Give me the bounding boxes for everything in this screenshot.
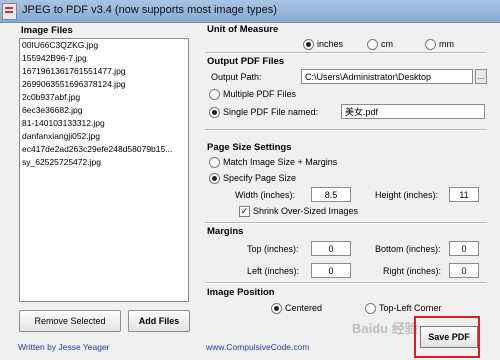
right-margin-input[interactable]: 0 — [449, 263, 479, 278]
top-margin-input[interactable]: 0 — [311, 241, 351, 256]
top-margin-label: Top (inches): — [247, 244, 299, 254]
website-link[interactable]: www.CompulsiveCode.com — [206, 342, 309, 352]
top-left-corner-label: Top-Left Corner — [379, 303, 442, 313]
browse-button[interactable]: ... — [475, 69, 487, 84]
specify-page-size-label: Specify Page Size — [223, 173, 297, 183]
unit-mm-radio[interactable] — [425, 39, 436, 50]
left-margin-input[interactable]: 0 — [311, 263, 351, 278]
window-title: JPEG to PDF v3.4 (now supports most imag… — [22, 4, 277, 16]
file-list-item[interactable]: 6ec3e36682.jpg — [20, 104, 188, 117]
margins-heading: Margins — [207, 226, 244, 237]
file-list-item[interactable]: danfanxiangji052.jpg — [20, 130, 188, 143]
unit-inches-label: inches — [317, 39, 344, 49]
margins-section: Margins Top (inches): 0 Bottom (inches):… — [205, 226, 487, 286]
output-path-input[interactable]: C:\Users\Administrator\Desktop — [301, 69, 473, 84]
multiple-pdf-radio[interactable] — [209, 89, 220, 100]
file-list-item[interactable]: 2c0b937abf.jpg — [20, 91, 188, 104]
divider — [205, 52, 487, 53]
unit-heading: Unit of Measure — [207, 24, 279, 35]
file-list-item[interactable]: ec417de2ad263c29efe248d58079b15... — [20, 143, 188, 156]
divider — [205, 282, 487, 283]
title-bar: JPEG to PDF v3.4 (now supports most imag… — [0, 0, 500, 23]
file-list-item[interactable]: 81-140103133312.jpg — [20, 117, 188, 130]
page-size-heading: Page Size Settings — [207, 142, 292, 153]
file-list-item[interactable]: sy_62525725472.jpg — [20, 156, 188, 169]
centered-radio[interactable] — [271, 303, 282, 314]
add-files-button[interactable]: Add Files — [128, 310, 190, 332]
image-position-heading: Image Position — [207, 287, 275, 298]
single-pdf-label: Single PDF File named: — [223, 107, 319, 117]
unit-section: Unit of Measure inches cm mm — [205, 24, 487, 54]
width-input[interactable]: 8.5 — [311, 187, 351, 202]
image-file-list[interactable]: 00IU66C3QZKG.jpg 155942B96-7.jpg 167196136… — [19, 38, 189, 302]
file-list-item[interactable]: 00IU66C3QZKG.jpg — [20, 39, 188, 52]
top-left-corner-radio[interactable] — [365, 303, 376, 314]
centered-label: Centered — [285, 303, 323, 313]
divider — [205, 222, 487, 223]
bottom-margin-input[interactable]: 0 — [449, 241, 479, 256]
file-list-item[interactable]: 2699063551696378124.jpg — [20, 78, 188, 91]
output-heading: Output PDF Files — [207, 56, 285, 67]
highlight-box — [414, 316, 480, 358]
settings-panel: Unit of Measure inches cm mm Output PDF … — [205, 24, 495, 340]
height-input[interactable]: 11 — [449, 187, 479, 202]
right-margin-label: Right (inches): — [383, 266, 442, 276]
single-pdf-radio[interactable] — [209, 107, 220, 118]
unit-mm-label: mm — [439, 39, 454, 49]
unit-cm-label: cm — [381, 39, 393, 49]
bottom-margin-label: Bottom (inches): — [375, 244, 441, 254]
file-list-item[interactable]: 1671961361761551477.jpg — [20, 65, 188, 78]
unit-cm-radio[interactable] — [367, 39, 378, 50]
page-size-section: Page Size Settings Match Image Size + Ma… — [205, 142, 487, 222]
multiple-pdf-label: Multiple PDF Files — [223, 89, 297, 99]
image-files-heading: Image Files — [21, 25, 73, 36]
single-pdf-name-input[interactable]: 美女.pdf — [341, 104, 485, 119]
watermark: Baidu 经验 — [352, 321, 418, 336]
shrink-checkbox[interactable]: ✓ — [239, 206, 250, 217]
match-image-size-label: Match Image Size + Margins — [223, 157, 338, 167]
output-path-label: Output Path: — [211, 72, 262, 82]
match-image-size-radio[interactable] — [209, 157, 220, 168]
file-list-item[interactable]: 155942B96-7.jpg — [20, 52, 188, 65]
unit-inches-radio[interactable] — [303, 39, 314, 50]
image-files-panel: Image Files 00IU66C3QZKG.jpg 155942B96-7.… — [15, 23, 195, 340]
left-margin-label: Left (inches): — [247, 266, 300, 276]
divider — [205, 129, 487, 130]
app-icon — [2, 3, 17, 20]
remove-selected-button[interactable]: Remove Selected — [19, 310, 121, 332]
author-link[interactable]: Written by Jesse Yeager — [18, 342, 110, 352]
output-section: Output PDF Files Output Path: C:\Users\A… — [205, 56, 487, 156]
width-label: Width (inches): — [235, 190, 296, 200]
specify-page-size-radio[interactable] — [209, 173, 220, 184]
shrink-label: Shrink Over-Sized Images — [253, 206, 359, 216]
height-label: Height (inches): — [375, 190, 439, 200]
